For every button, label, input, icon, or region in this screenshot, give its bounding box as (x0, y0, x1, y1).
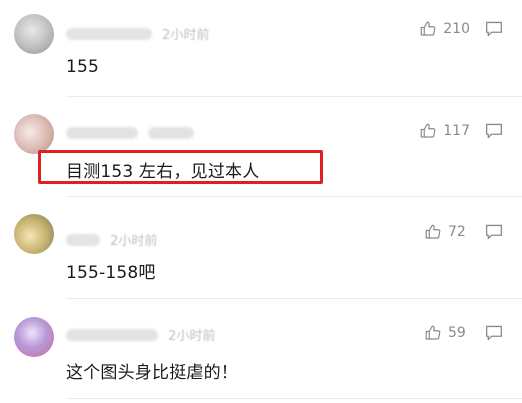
thumbs-up-icon[interactable] (424, 223, 442, 241)
comment-meta: 2小时前 (66, 325, 216, 344)
comment-time: 2小时前 (162, 28, 210, 43)
comment-text: 155 (66, 57, 100, 77)
divider (66, 298, 522, 299)
comment-actions: 210 (419, 18, 504, 40)
comment-time: 2小时前 (168, 329, 216, 344)
comment-text: 155-158吧 (66, 263, 156, 283)
comment-meta: 2小时前 (66, 24, 210, 43)
comment-text: 这个图头身比挺虐的！ (66, 363, 238, 383)
like-count: 117 (443, 123, 470, 139)
thumbs-up-icon[interactable] (419, 20, 437, 38)
username-blurred (66, 27, 152, 40)
comment-actions: 59 (424, 322, 504, 344)
comment-bubble-icon[interactable] (484, 20, 504, 38)
like-count: 59 (448, 325, 466, 341)
username-blurred (66, 328, 158, 341)
highlight-box (38, 150, 323, 184)
comment-time: 2小时前 (110, 234, 158, 249)
comment-bubble-icon[interactable] (484, 223, 504, 241)
divider (66, 96, 522, 97)
avatar[interactable] (14, 317, 54, 357)
like-count: 210 (443, 21, 470, 37)
comment-bubble-icon[interactable] (484, 324, 504, 342)
divider (66, 398, 522, 399)
avatar[interactable] (14, 114, 54, 154)
divider (66, 196, 522, 197)
comment-meta (66, 125, 200, 143)
thumbs-up-icon[interactable] (419, 122, 437, 140)
comment-bubble-icon[interactable] (484, 122, 504, 140)
comment-actions: 72 (424, 221, 504, 243)
thumbs-up-icon[interactable] (424, 324, 442, 342)
username-blurred (66, 233, 100, 246)
time-blurred (148, 126, 195, 139)
username-blurred (66, 126, 138, 139)
comment-actions: 117 (419, 120, 504, 142)
avatar[interactable] (14, 14, 54, 54)
avatar[interactable] (14, 214, 54, 254)
like-count: 72 (448, 224, 466, 240)
comment-meta: 2小时前 (66, 230, 158, 249)
